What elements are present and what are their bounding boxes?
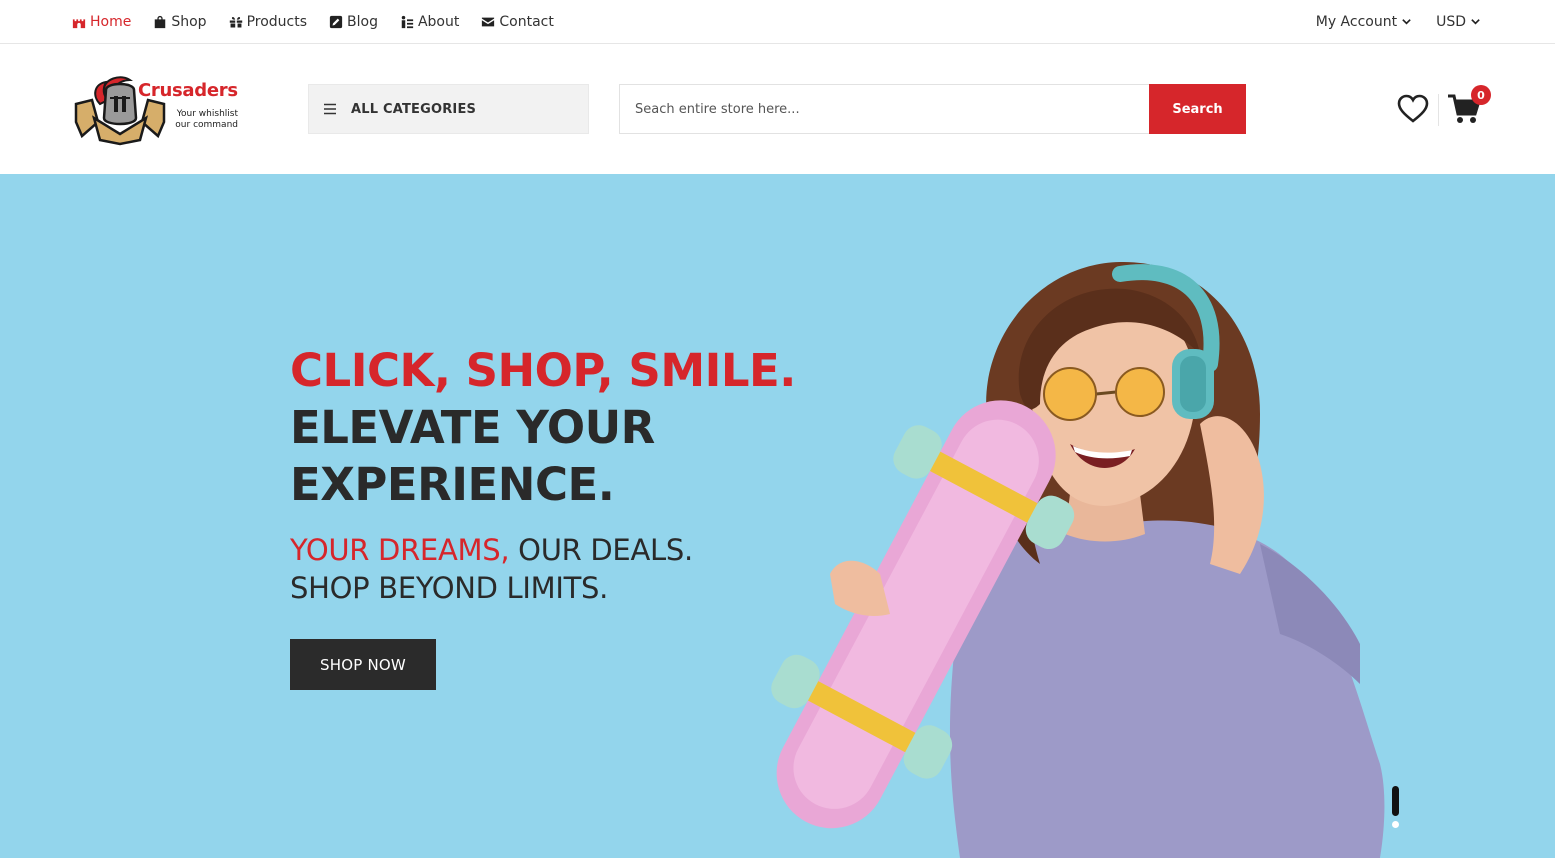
account-label: My Account: [1315, 13, 1398, 30]
account-dropdown[interactable]: My Account: [1316, 14, 1412, 30]
about-icon: [401, 15, 414, 28]
nav-blog-label: Blog: [347, 13, 378, 30]
nav-shop-label: Shop: [171, 13, 207, 30]
nav-blog[interactable]: Blog: [329, 14, 378, 30]
search-bar: Search: [619, 84, 1246, 134]
chevron-down-icon: [1471, 19, 1480, 25]
currency-label: USD: [1436, 13, 1466, 30]
logo-tagline-line1: Your whishlist: [176, 109, 238, 119]
hero-sub-line2: SHOP BEYOND LIMITS.: [290, 571, 609, 605]
top-right-menus: My Account USD: [1316, 0, 1481, 43]
hero-sub-dark: OUR DEALS.: [509, 533, 693, 567]
header-icon-divider: [1438, 94, 1439, 126]
logo-tagline-line2: our command: [175, 120, 238, 130]
hero-headline-line2: ELEVATE YOUR: [290, 401, 655, 454]
top-bar: Home Shop Products Blog About Contact My…: [0, 0, 1555, 44]
header-icons: 0: [1396, 85, 1496, 134]
slider-dot-active[interactable]: [1392, 786, 1399, 816]
hero-subheadline: YOUR DREAMS, OUR DEALS. SHOP BEYOND LIMI…: [290, 531, 693, 607]
logo-tagline: Your whishlist our command: [168, 109, 238, 131]
slider-dot[interactable]: [1392, 821, 1399, 828]
search-input[interactable]: [619, 84, 1149, 134]
hero-sub-red: YOUR DREAMS,: [290, 533, 510, 567]
pen-square-icon: [329, 15, 343, 28]
currency-dropdown[interactable]: USD: [1436, 14, 1481, 30]
cart-count-badge: 0: [1471, 85, 1491, 105]
hero-headline-line3: EXPERIENCE.: [290, 458, 615, 511]
hero-headline-red: CLICK, SHOP, SMILE.: [290, 344, 796, 397]
nav-contact-label: Contact: [499, 13, 554, 30]
hero-woman-skateboard-image: [771, 261, 1385, 858]
site-header: Crusaders Your whishlist our command ALL…: [0, 44, 1555, 174]
hero-headline: CLICK, SHOP, SMILE. ELEVATE YOUR EXPERIE…: [290, 342, 796, 513]
nav-home[interactable]: Home: [72, 14, 131, 30]
nav-products-label: Products: [246, 13, 308, 30]
menu-icon: [324, 103, 336, 115]
hero-banner: CLICK, SHOP, SMILE. ELEVATE YOUR EXPERIE…: [0, 174, 1555, 858]
nav-about-label: About: [417, 13, 460, 30]
castle-icon: [72, 18, 86, 28]
gifts-icon: [229, 16, 242, 27]
site-logo[interactable]: Crusaders Your whishlist our command: [74, 74, 244, 146]
slider-pagination: [1390, 786, 1404, 832]
top-nav: Home Shop Products Blog About Contact: [72, 0, 554, 43]
bag-icon: [155, 15, 166, 28]
search-button[interactable]: Search: [1149, 84, 1246, 134]
logo-name: Crusaders: [138, 80, 238, 101]
envelope-icon: [482, 17, 495, 26]
all-categories-label: ALL CATEGORIES: [351, 101, 477, 117]
nav-home-label: Home: [90, 13, 132, 30]
nav-about[interactable]: About: [400, 14, 459, 30]
shop-now-button[interactable]: SHOP NOW: [290, 639, 436, 690]
nav-shop[interactable]: Shop: [153, 13, 207, 30]
chevron-down-icon: [1402, 19, 1411, 25]
nav-contact[interactable]: Contact: [481, 13, 554, 30]
nav-products[interactable]: Products: [229, 14, 307, 30]
wishlist-heart-icon[interactable]: [1396, 92, 1430, 126]
all-categories-button[interactable]: ALL CATEGORIES: [308, 84, 589, 134]
